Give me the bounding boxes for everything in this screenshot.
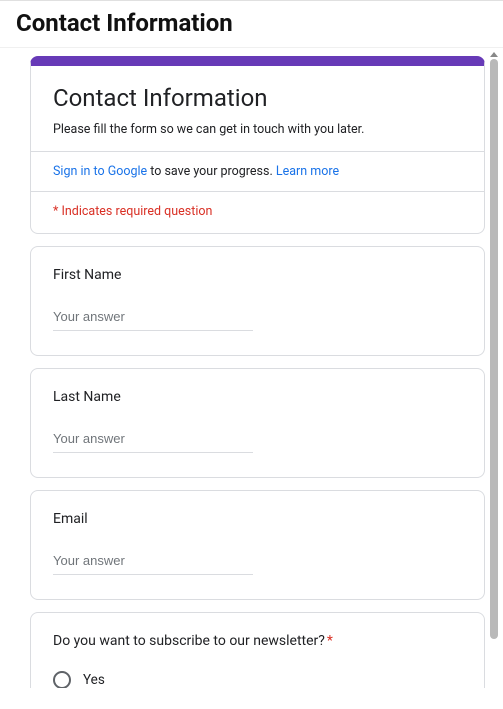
form-scroll-region: Contact Information Please fill the form… (0, 48, 503, 688)
scroll-up-icon (490, 52, 498, 57)
first-name-input[interactable] (53, 305, 253, 331)
form-header-card: Contact Information Please fill the form… (30, 56, 485, 234)
email-input[interactable] (53, 549, 253, 575)
newsletter-option-yes[interactable]: Yes (53, 671, 462, 688)
newsletter-yes-label: Yes (83, 672, 105, 688)
scrollbar[interactable] (489, 52, 499, 684)
first-name-label: First Name (53, 267, 462, 283)
required-notice: * Indicates required question (31, 191, 484, 233)
question-last-name: Last Name (30, 368, 485, 478)
google-form: Contact Information Please fill the form… (0, 48, 503, 688)
form-description: Please fill the form so we can get in to… (53, 122, 462, 137)
question-first-name: First Name (30, 246, 485, 356)
learn-more-link[interactable]: Learn more (276, 164, 339, 179)
question-newsletter: Do you want to subscribe to our newslett… (30, 612, 485, 688)
form-title: Contact Information (53, 84, 462, 112)
required-asterisk: * (327, 633, 333, 649)
page-header: Contact Information (0, 0, 503, 48)
radio-icon (53, 671, 71, 688)
newsletter-label: Do you want to subscribe to our newslett… (53, 633, 462, 649)
last-name-input[interactable] (53, 427, 253, 453)
question-email: Email (30, 490, 485, 600)
signin-middle-text: to save your progress. (147, 164, 276, 179)
email-label: Email (53, 511, 462, 527)
last-name-label: Last Name (53, 389, 462, 405)
signin-link[interactable]: Sign in to Google (53, 164, 147, 179)
signin-row: Sign in to Google to save your progress.… (31, 151, 484, 191)
page-title: Contact Information (16, 9, 487, 37)
scrollbar-thumb[interactable] (490, 59, 498, 639)
